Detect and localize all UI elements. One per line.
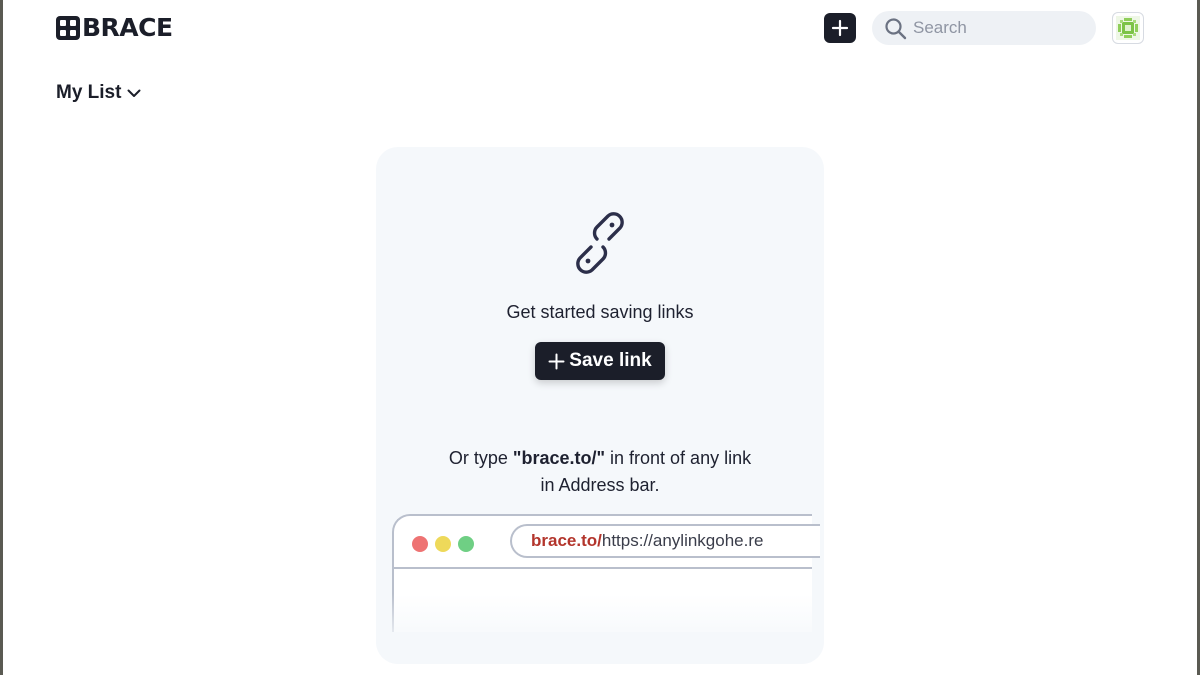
- illustration-fade: [376, 594, 824, 664]
- search-icon: [885, 17, 907, 39]
- address-bar-hint: Or type "brace.to/" in front of any link…: [376, 445, 824, 499]
- list-selector-dropdown[interactable]: My List: [56, 82, 142, 104]
- save-link-button[interactable]: Save link: [535, 342, 665, 380]
- window-edge-left: [0, 0, 3, 675]
- brace-logo[interactable]: BRACE: [56, 13, 173, 42]
- logo-wordmark: BRACE: [82, 13, 173, 42]
- plus-icon: [831, 19, 849, 37]
- search-input[interactable]: [913, 18, 1083, 38]
- hint-line-2: in Address bar.: [540, 475, 660, 495]
- list-selector-label: My List: [56, 82, 122, 103]
- plus-icon: [548, 353, 565, 369]
- avatar-icon: [1116, 16, 1140, 40]
- address-prefix: brace.to/: [531, 531, 602, 550]
- user-avatar[interactable]: [1112, 12, 1144, 44]
- illustration-address-bar: brace.to/https://anylinkgohe.re: [510, 524, 820, 558]
- chevron-down-icon: [127, 89, 141, 97]
- logo-mark-icon: [56, 16, 80, 40]
- browser-toolbar: brace.to/https://anylinkgohe.re: [394, 516, 820, 569]
- empty-state-card: Get started saving links Save link Or ty…: [376, 147, 824, 664]
- address-url: https://anylinkgohe.re: [601, 531, 764, 550]
- link-icon: [576, 212, 624, 274]
- hint-suffix: in front of any link: [605, 448, 752, 468]
- hint-code: "brace.to/": [512, 448, 606, 468]
- save-link-label: Save link: [569, 350, 652, 371]
- window-dot-yellow: [435, 536, 451, 552]
- window-dot-green: [458, 536, 474, 552]
- window-dot-red: [412, 536, 428, 552]
- add-link-button[interactable]: [824, 13, 856, 43]
- empty-state-message: Get started saving links: [506, 302, 694, 322]
- search-bar[interactable]: [872, 11, 1096, 45]
- hint-prefix: Or type: [448, 448, 513, 468]
